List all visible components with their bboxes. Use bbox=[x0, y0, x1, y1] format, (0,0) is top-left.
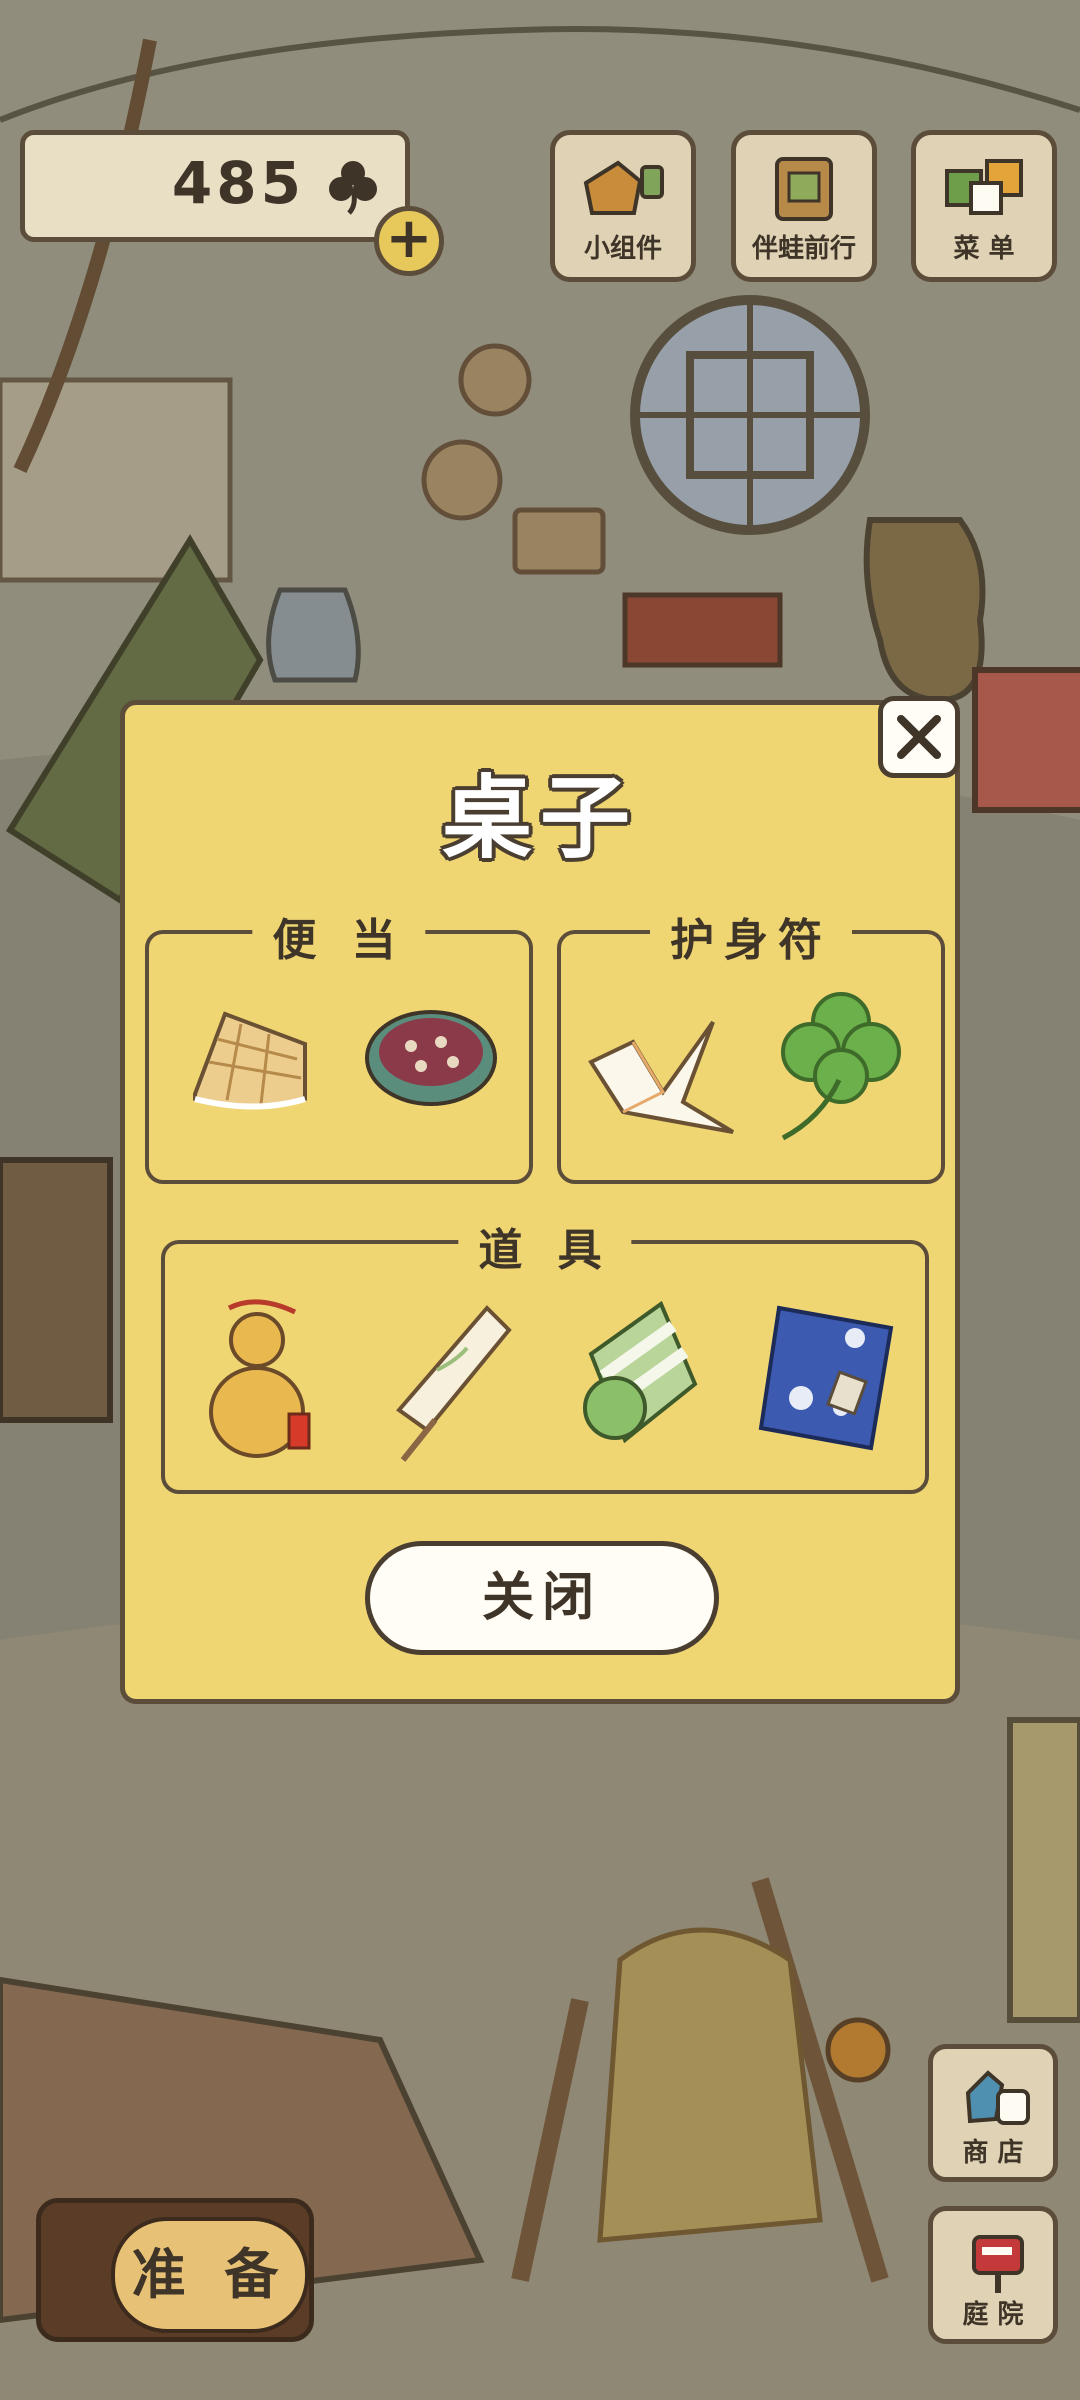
table-dialog: 桌子 便 当 护身符 道 具 关闭 bbox=[120, 700, 960, 1704]
journey-book-icon bbox=[775, 157, 833, 221]
clover-count: 485 bbox=[171, 149, 305, 217]
widget-label: 小组件 bbox=[583, 234, 662, 264]
shop-bags-icon bbox=[965, 2070, 1030, 2125]
amulet-label: 护身符 bbox=[650, 904, 852, 968]
widget-button[interactable]: 小组件 bbox=[550, 130, 696, 282]
paper-umbrella-item[interactable] bbox=[387, 1300, 517, 1470]
menu-cards-icon bbox=[945, 159, 1023, 215]
close-button[interactable]: 关闭 bbox=[365, 1541, 719, 1655]
garden-mailbox-icon bbox=[972, 2235, 1024, 2293]
green-bedroll-item[interactable] bbox=[575, 1294, 705, 1454]
ready-button[interactable]: 准 备 bbox=[36, 2198, 314, 2342]
bean-porridge-item[interactable] bbox=[361, 1006, 501, 1116]
tools-group: 道 具 bbox=[161, 1214, 929, 1494]
journey-button[interactable]: 伴蛙前行 bbox=[731, 130, 877, 282]
paper-crane-item[interactable] bbox=[583, 1002, 743, 1142]
close-x-button[interactable] bbox=[878, 696, 960, 778]
clover-icon bbox=[329, 161, 377, 215]
shop-label: 商 店 bbox=[962, 2138, 1024, 2168]
dialog-title: 桌子 bbox=[442, 766, 638, 871]
clover-counter: 485 bbox=[20, 130, 410, 242]
amulet-group: 护身符 bbox=[557, 904, 945, 1184]
garden-button[interactable]: 庭 院 bbox=[928, 2206, 1058, 2344]
menu-button[interactable]: 菜 单 bbox=[911, 130, 1057, 282]
four-leaf-clover-item[interactable] bbox=[771, 988, 911, 1148]
bento-group: 便 当 bbox=[145, 904, 533, 1184]
tools-label: 道 具 bbox=[458, 1214, 632, 1278]
add-clover-button[interactable]: + bbox=[374, 206, 444, 276]
gourd-item[interactable] bbox=[199, 1294, 329, 1464]
blue-furoshiki-item[interactable] bbox=[751, 1298, 901, 1458]
shop-button[interactable]: 商 店 bbox=[928, 2044, 1058, 2182]
close-icon bbox=[897, 715, 941, 759]
waffle-item[interactable] bbox=[185, 1004, 315, 1114]
bento-label: 便 当 bbox=[252, 904, 426, 968]
journey-label: 伴蛙前行 bbox=[751, 234, 856, 264]
menu-label: 菜 单 bbox=[953, 234, 1015, 264]
garden-label: 庭 院 bbox=[962, 2300, 1024, 2330]
widget-icon bbox=[583, 160, 664, 215]
ready-label: 准 备 bbox=[111, 2217, 309, 2333]
